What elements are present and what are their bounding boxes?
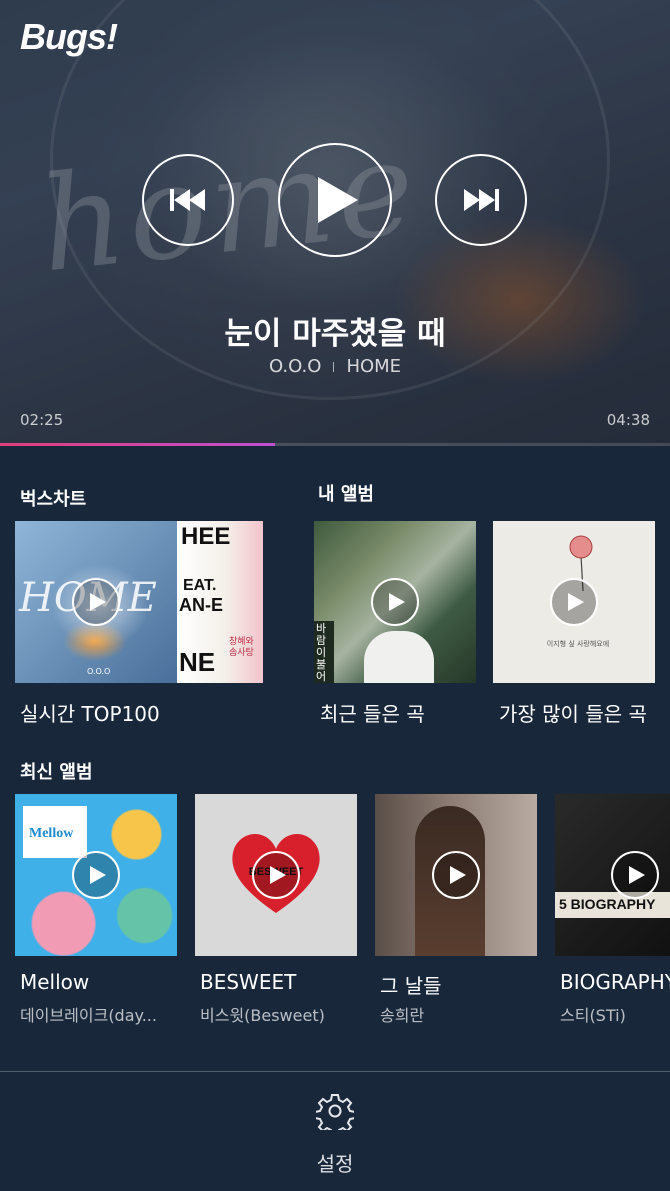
next-track-button[interactable] xyxy=(435,154,527,246)
now-playing-panel: home Bugs! 눈이 마주쳤을 때 O.O.O HOME 02:25 04:… xyxy=(0,0,670,446)
album-card-besweet[interactable]: BESWEET xyxy=(195,794,357,956)
album-card-most-played[interactable]: 이지형 싶 사랑해요에 xyxy=(493,521,655,683)
progress-fill xyxy=(0,443,275,446)
album-card-days[interactable] xyxy=(375,794,537,956)
play-button[interactable] xyxy=(278,143,392,257)
play-besweet-button[interactable] xyxy=(252,851,300,899)
section-title-new-albums: 최신 앨범 xyxy=(20,762,93,783)
play-icon xyxy=(318,177,358,223)
play-icon xyxy=(269,866,286,884)
play-icon xyxy=(388,593,405,611)
bottom-divider xyxy=(0,1071,670,1072)
play-icon xyxy=(89,593,106,611)
song-meta: O.O.O HOME xyxy=(0,356,670,377)
card-label-besweet[interactable]: BESWEET xyxy=(200,970,296,994)
settings-label: 설정 xyxy=(316,1152,354,1176)
total-time: 04:38 xyxy=(606,411,650,429)
section-title-chart: 벅스차트 xyxy=(20,489,87,510)
play-top100-button[interactable] xyxy=(72,578,120,626)
play-icon xyxy=(89,866,106,884)
song-title: 눈이 마주쳤을 때 xyxy=(224,316,446,352)
play-icon xyxy=(567,593,584,611)
artist-name[interactable]: O.O.O xyxy=(269,356,322,377)
card-label-biography[interactable]: BIOGRAPHY xyxy=(560,970,670,994)
album-name[interactable]: HOME xyxy=(346,356,401,377)
previous-icon xyxy=(170,189,205,211)
play-biography-button[interactable] xyxy=(611,851,659,899)
top100-cover-2: HEE EAT. AN-E NE 창혜와 솜사탕 xyxy=(177,521,263,683)
play-mellow-button[interactable] xyxy=(72,851,120,899)
settings-button[interactable]: 설정 xyxy=(295,1092,375,1177)
play-most-played-button[interactable] xyxy=(550,578,598,626)
play-icon xyxy=(449,866,466,884)
play-icon xyxy=(628,866,645,884)
previous-track-button[interactable] xyxy=(142,154,234,246)
card-label-days[interactable]: 그 날들 xyxy=(380,970,442,999)
album-card-mellow[interactable]: Mellow xyxy=(15,794,177,956)
card-label-recent[interactable]: 최근 들은 곡 xyxy=(320,698,425,727)
next-icon xyxy=(464,189,499,211)
meta-separator xyxy=(333,362,335,372)
album-card-top100[interactable]: HEE EAT. AN-E NE 창혜와 솜사탕 HOME O.O.O xyxy=(15,521,263,683)
album-card-biography[interactable]: 5 BIOGRAPHY xyxy=(555,794,670,956)
card-sub-mellow[interactable]: 데이브레이크(day... xyxy=(20,1002,157,1026)
current-time: 02:25 xyxy=(20,411,64,429)
play-recent-button[interactable] xyxy=(371,578,419,626)
card-sub-days[interactable]: 송희란 xyxy=(380,1002,424,1026)
play-days-button[interactable] xyxy=(432,851,480,899)
section-title-my-album: 내 앨범 xyxy=(318,484,374,505)
card-sub-besweet[interactable]: 비스윗(Besweet) xyxy=(200,1002,325,1026)
bugs-logo: Bugs! xyxy=(20,16,118,57)
card-label-mellow[interactable]: Mellow xyxy=(20,970,89,994)
album-card-recent[interactable]: 바람이 불어오네 xyxy=(314,521,476,683)
card-sub-biography[interactable]: 스티(STi) xyxy=(560,1002,626,1026)
progress-bar[interactable] xyxy=(0,443,670,446)
card-label-top100[interactable]: 실시간 TOP100 xyxy=(20,698,160,727)
gear-icon xyxy=(314,1094,356,1136)
card-label-most-played[interactable]: 가장 많이 들은 곡 xyxy=(499,698,647,727)
